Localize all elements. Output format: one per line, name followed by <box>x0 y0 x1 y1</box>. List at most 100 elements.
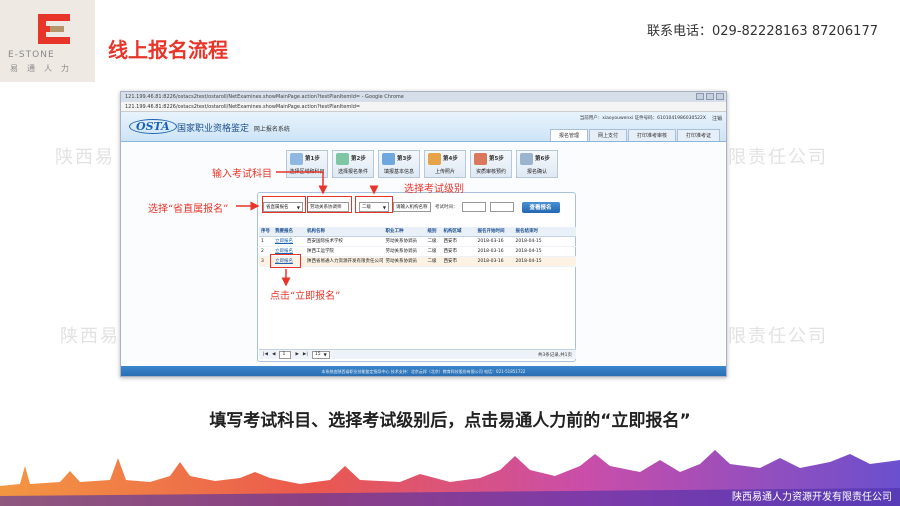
col-org-name: 机构名称 <box>305 227 384 237</box>
tab-online-pay[interactable]: 网上支付 <box>588 129 627 141</box>
watermark-right-bottom: 限责任公司 <box>728 326 828 347</box>
cell-signup: 立即报名 <box>273 236 305 247</box>
step-6[interactable]: 第6步 报名确认 <box>516 150 558 178</box>
window-controls <box>696 93 724 100</box>
browser-title: 121.199.46.81:8226/ostacs2test/ostaroll/… <box>125 94 404 100</box>
tab-signup-manage[interactable]: 报名管理 <box>549 129 588 141</box>
highlight-signup <box>270 254 301 268</box>
org-input[interactable]: 请输入机构名称 <box>393 202 431 212</box>
slide: E-STONE 易通人力 线上报名流程 联系电话：029-82228163 87… <box>0 0 900 506</box>
tab-print-ticket[interactable]: 打印准考证 <box>676 129 720 141</box>
per-page-select[interactable]: 15 ▼ <box>311 350 330 359</box>
cell-org: 西安国际技术学校 <box>305 236 384 247</box>
step-4-label: 上传照片 <box>434 169 455 175</box>
cell-job: 劳动关系协调员 <box>383 256 426 267</box>
annotation-click-signup: 点击“立即报名” <box>270 291 341 302</box>
step-1-label: 选择区域和科目 <box>289 169 325 175</box>
top-tabs: 报名管理 网上支付 打印准考审核 打印准考证 <box>549 129 720 141</box>
table-row: 1 立即报名 西安国际技术学校 劳动关系协调员 二级 西安市 2018-03-1… <box>259 236 576 247</box>
cell-index: 1 <box>259 236 273 247</box>
col-area: 机构区域 <box>441 227 476 237</box>
site-subtitle: 网上报名系统 <box>253 126 290 133</box>
search-button[interactable]: 查看报名 <box>521 201 560 213</box>
company-logo: E-STONE 易通人力 <box>0 0 95 82</box>
step-5[interactable]: 第5步 资质审核预约 <box>470 150 512 178</box>
cell-org: 陕西省易通人力资源开发有限责任公司 <box>305 256 384 267</box>
cell-end: 2018-04-15 <box>513 236 576 247</box>
highlight-level <box>355 196 393 213</box>
cell-start: 2018-03-16 <box>475 236 514 247</box>
col-level: 级别 <box>425 227 442 237</box>
cell-job: 劳动关系协调员 <box>383 246 426 257</box>
table-row: 2 立即报名 陕西工运学院 劳动关系协调员 二级 西安市 2018-03-16 … <box>259 246 576 257</box>
step-2[interactable]: 第2步 选择报名条件 <box>332 150 374 178</box>
step-4-icon <box>428 153 441 165</box>
contact-phone: 联系电话：029-82228163 87206177 <box>647 24 878 39</box>
step-2-num: 第2步 <box>351 156 366 162</box>
page-input[interactable]: 1 <box>279 350 292 359</box>
browser-title-bar: 121.199.46.81:8226/ostacs2test/ostaroll/… <box>121 92 726 102</box>
exam-time-end[interactable] <box>489 202 514 212</box>
annotation-select-province: 选择“省直属报名” <box>148 204 229 215</box>
tab-print-review[interactable]: 打印准考审核 <box>627 129 676 141</box>
pagination-bar: |◀ ◀ 1 ▶ ▶| 15 ▼ 共3条记录,共1页 <box>259 349 576 359</box>
step-bar: 第1步 选择区域和科目 第2步 选择报名条件 第3步 填报基本信息 第4步 上传… <box>286 150 558 178</box>
osta-logo: OSTA <box>129 119 177 134</box>
watermark-left-top: 陕西易 <box>55 147 115 168</box>
last-page-icon[interactable]: ▶| <box>303 352 308 357</box>
chevron-down-icon: ▼ <box>323 352 327 357</box>
step-3[interactable]: 第3步 填报基本信息 <box>378 150 420 178</box>
address-text: 121.199.46.81:8226/ostacs2test/ostaroll/… <box>125 104 361 110</box>
step-6-icon <box>520 153 533 165</box>
col-signup: 我要报名 <box>273 227 305 237</box>
next-page-icon[interactable]: ▶ <box>295 352 298 357</box>
cell-area: 西安市 <box>441 236 476 247</box>
step-4[interactable]: 第4步 上传照片 <box>424 150 466 178</box>
step-3-label: 填报基本信息 <box>383 169 414 175</box>
footer-company: 陕西易通人力资源开发有限责任公司 <box>732 492 892 503</box>
logo-mark-icon <box>38 14 70 44</box>
step-5-num: 第5步 <box>489 156 504 162</box>
site-title-main: 国家职业资格鉴定 <box>177 124 250 134</box>
maximize-icon[interactable] <box>706 93 714 100</box>
close-icon[interactable] <box>716 93 724 100</box>
slide-caption: 填写考试科目、选择考试级别后，点击易通人力前的“立即报名” <box>209 411 691 431</box>
step-1[interactable]: 第1步 选择区域和科目 <box>286 150 328 178</box>
cell-level: 二级 <box>425 246 442 257</box>
table-header-row: 序号 我要报名 机构名称 职业工种 级别 机构区域 报名开始时间 报名结束时 <box>259 227 576 237</box>
col-job: 职业工种 <box>383 227 426 237</box>
search-panel: 省直属报名▼ 劳动关系协调师 二级▼ 请输入机构名称 考试时间： 查看报名 <box>257 192 576 362</box>
step-2-icon <box>336 153 349 165</box>
step-4-num: 第4步 <box>443 156 458 162</box>
logo-text: E-STONE <box>8 50 55 60</box>
cell-end: 2018-04-15 <box>513 256 576 267</box>
watermark-right-top: 限责任公司 <box>728 147 828 168</box>
prev-page-icon[interactable]: ◀ <box>272 352 275 357</box>
browser-window: 121.199.46.81:8226/ostacs2test/ostaroll/… <box>120 91 727 377</box>
cell-start: 2018-03-16 <box>475 246 514 257</box>
step-5-label: 资质审核预约 <box>475 169 506 175</box>
exam-time-start[interactable] <box>461 202 486 212</box>
highlight-subject <box>307 196 352 213</box>
exam-time-label: 考试时间： <box>435 205 458 210</box>
cell-level: 二级 <box>425 236 442 247</box>
highlight-province <box>262 196 306 213</box>
slide-title: 线上报名流程 <box>108 38 228 62</box>
step-2-label: 选择报名条件 <box>337 169 368 175</box>
cell-area: 西安市 <box>441 246 476 257</box>
step-1-num: 第1步 <box>305 156 320 162</box>
col-start: 报名开始时间 <box>475 227 514 237</box>
org-table: 序号 我要报名 机构名称 职业工种 级别 机构区域 报名开始时间 报名结束时 1 <box>259 227 576 267</box>
cell-org: 陕西工运学院 <box>305 246 384 257</box>
minimize-icon[interactable] <box>696 93 704 100</box>
step-1-icon <box>290 153 303 165</box>
step-6-label: 报名确认 <box>526 169 547 175</box>
cell-start: 2018-03-16 <box>475 256 514 267</box>
cell-area: 西安市 <box>441 256 476 267</box>
address-bar[interactable]: 121.199.46.81:8226/ostacs2test/ostaroll/… <box>121 102 726 112</box>
logout-link[interactable]: 注销 <box>712 115 722 122</box>
site-header: OSTA 国家职业资格鉴定 网上报名系统 当前用户：xiaoyouwenxi 证… <box>121 112 726 142</box>
first-page-icon[interactable]: |◀ <box>263 352 268 357</box>
signup-link[interactable]: 立即报名 <box>275 239 293 244</box>
annotation-select-level: 选择考试级别 <box>404 184 464 195</box>
